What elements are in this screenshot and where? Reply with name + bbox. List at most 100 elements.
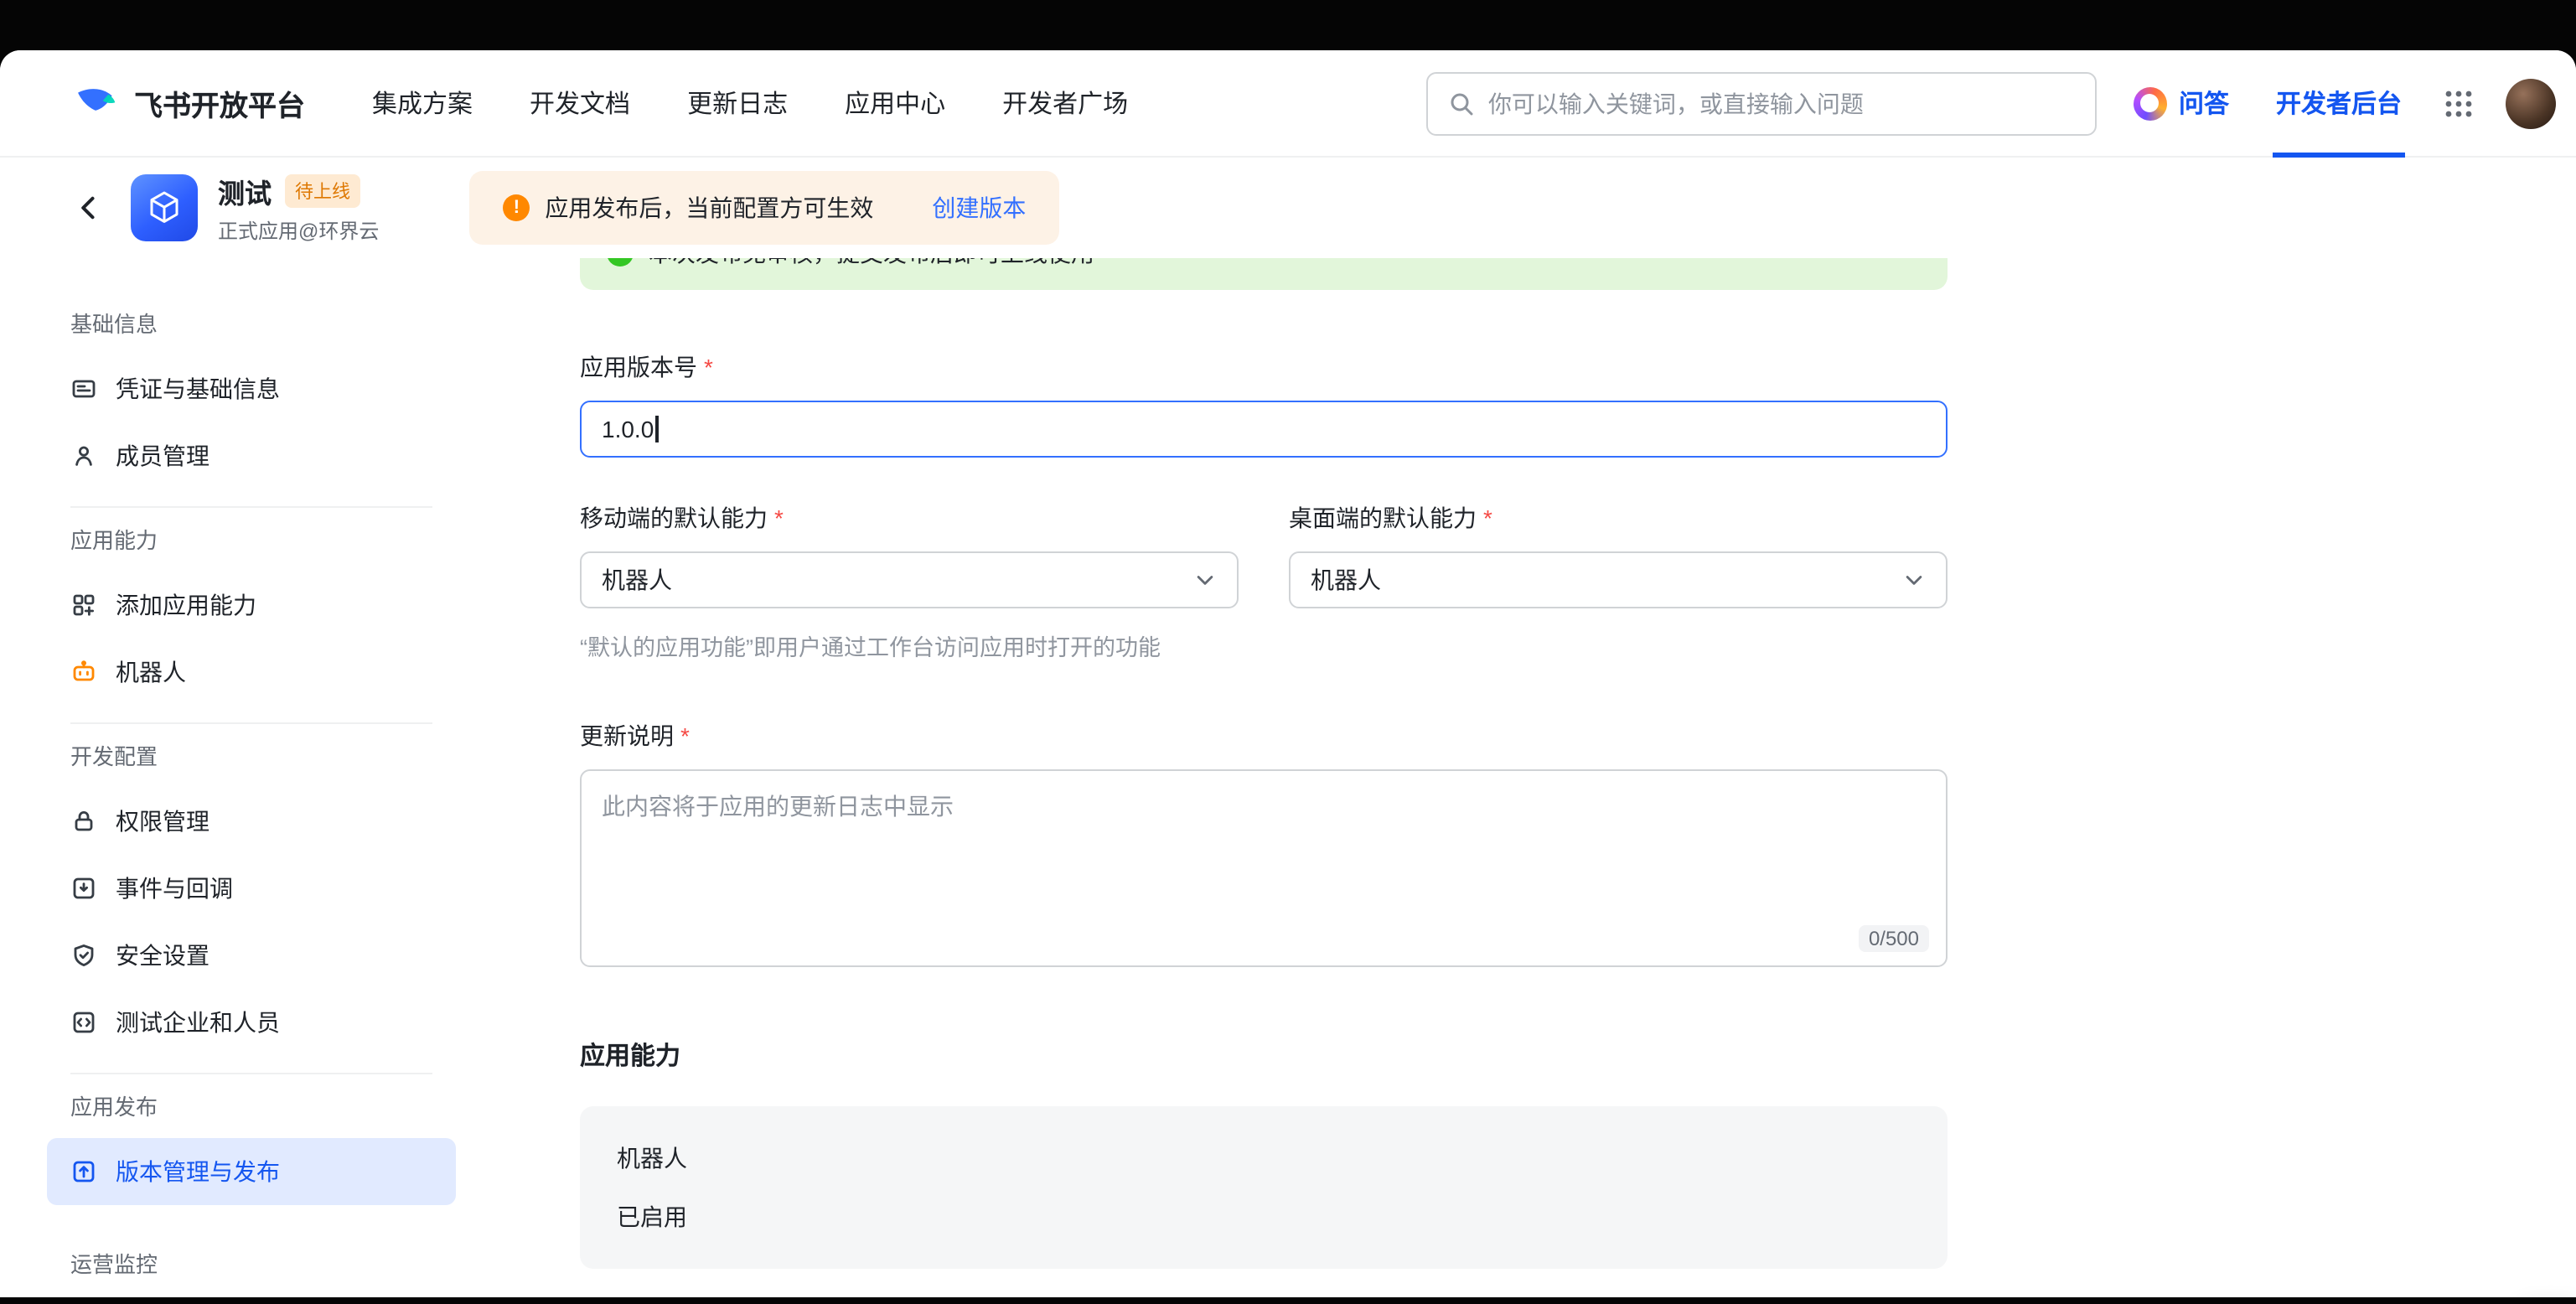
- capability-hint: “默认的应用功能”即用户通过工作台访问应用时打开的功能: [580, 629, 1948, 662]
- shield-check-icon: [70, 942, 97, 969]
- warning-icon: !: [503, 194, 530, 221]
- id-card-icon: [70, 375, 97, 402]
- sidebar-item-label: 凭证与基础信息: [116, 372, 280, 406]
- mobile-capability-select[interactable]: 机器人: [580, 551, 1239, 608]
- sidebar-item-events[interactable]: 事件与回调: [47, 855, 456, 922]
- search-box[interactable]: [1426, 71, 2097, 135]
- success-check-icon: ✓: [607, 258, 634, 266]
- sidebar-divider: [70, 1073, 432, 1074]
- required-mark: *: [680, 722, 690, 749]
- sidebar-section-dev-config: 开发配置: [70, 741, 456, 774]
- qa-link[interactable]: 问答: [2134, 85, 2229, 121]
- sidebar-item-test-org[interactable]: 测试企业和人员: [47, 989, 456, 1056]
- app-status-badge: 待上线: [285, 174, 360, 208]
- sidebar-item-label: 版本管理与发布: [116, 1155, 280, 1188]
- sidebar-item-members[interactable]: 成员管理: [47, 422, 456, 489]
- brand[interactable]: 飞书开放平台: [74, 76, 305, 130]
- success-banner-text: 本次发布免审核，提交发布后即可上线使用: [649, 258, 1094, 270]
- app-subtitle: 正式应用@环界云: [218, 216, 379, 245]
- sidebar-item-label: 添加应用能力: [116, 588, 256, 622]
- event-callback-icon: [70, 875, 97, 902]
- browser-window: 飞书开放平台 集成方案 开发文档 更新日志 应用中心 开发者广场 问答: [0, 50, 2576, 1297]
- sidebar-item-permissions[interactable]: 权限管理: [47, 788, 456, 855]
- sidebar-item-label: 权限管理: [116, 805, 209, 838]
- publish-up-arrow-icon: [70, 1158, 97, 1185]
- desktop-capability-label: 桌面端的默认能力*: [1289, 501, 1948, 535]
- sidebar-item-label: 机器人: [116, 655, 186, 689]
- feishu-logo-icon: [74, 76, 119, 130]
- capability-name: 机器人: [617, 1141, 1911, 1175]
- required-mark: *: [1483, 505, 1492, 531]
- nav-item-changelog[interactable]: 更新日志: [687, 85, 788, 121]
- sidebar-item-label: 事件与回调: [116, 872, 233, 905]
- search-input[interactable]: [1488, 90, 2075, 116]
- mobile-capability-field: 移动端的默认能力* 机器人: [580, 501, 1239, 608]
- sidebar-section-monitoring: 运营监控: [70, 1249, 456, 1282]
- back-button[interactable]: [67, 186, 111, 230]
- desktop-capability-field: 桌面端的默认能力* 机器人: [1289, 501, 1948, 608]
- robot-icon: [70, 659, 97, 686]
- required-mark: *: [704, 354, 713, 380]
- app-icon: [131, 174, 198, 241]
- main-content: ✓ 本次发布免审核，提交发布后即可上线使用 应用版本号* 1.0.0: [496, 258, 2576, 1297]
- sidebar-item-label: 安全设置: [116, 939, 209, 972]
- sidebar-item-bot[interactable]: 机器人: [47, 639, 456, 706]
- char-counter: 0/500: [1859, 925, 1929, 952]
- sidebar-item-add-capability[interactable]: 添加应用能力: [47, 572, 456, 639]
- developer-console-link[interactable]: 开发者后台: [2273, 50, 2405, 157]
- code-brackets-icon: [70, 1009, 97, 1036]
- sidebar-item-version-release[interactable]: 版本管理与发布: [47, 1138, 456, 1205]
- sidebar-divider: [70, 506, 432, 508]
- capability-section-title: 应用能力: [580, 1038, 1948, 1073]
- capability-panel: 机器人 已启用: [580, 1106, 1948, 1269]
- version-field: 应用版本号* 1.0.0: [580, 350, 1948, 458]
- select-value: 机器人: [602, 563, 672, 597]
- version-value: 1.0.0: [602, 416, 654, 442]
- chevron-down-icon: [1193, 568, 1217, 592]
- user-avatar[interactable]: [2506, 78, 2556, 128]
- sidebar-item-security[interactable]: 安全设置: [47, 922, 456, 989]
- app-header: 测试 待上线 正式应用@环界云 ! 应用发布后，当前配置方可生效 创建版本: [0, 158, 2576, 258]
- text-caret: [655, 416, 658, 442]
- update-notes-label: 更新说明*: [580, 719, 1948, 753]
- add-capability-icon: [70, 592, 97, 618]
- nav-item-docs[interactable]: 开发文档: [530, 85, 630, 121]
- mobile-capability-label: 移动端的默认能力*: [580, 501, 1239, 535]
- notice-text: 应用发布后，当前配置方可生效: [545, 191, 873, 225]
- app-meta: 测试 待上线 正式应用@环界云: [218, 171, 379, 245]
- brand-name: 飞书开放平台: [134, 82, 305, 124]
- sidebar-item-credentials[interactable]: 凭证与基础信息: [47, 355, 456, 422]
- desktop-capability-select[interactable]: 机器人: [1289, 551, 1948, 608]
- primary-nav: 集成方案 开发文档 更新日志 应用中心 开发者广场: [372, 85, 1128, 121]
- app-name: 测试: [218, 171, 272, 211]
- required-mark: *: [774, 505, 784, 531]
- top-navigation: 飞书开放平台 集成方案 开发文档 更新日志 应用中心 开发者广场 问答: [0, 50, 2576, 158]
- sidebar-item-label: 测试企业和人员: [116, 1006, 280, 1039]
- capability-status: 已启用: [617, 1200, 1911, 1234]
- search-icon: [1448, 90, 1475, 116]
- qa-label: 问答: [2179, 85, 2229, 121]
- member-icon: [70, 442, 97, 469]
- qa-icon: [2134, 86, 2167, 120]
- notice-banner: ! 应用发布后，当前配置方可生效 创建版本: [469, 171, 1059, 245]
- screen: 飞书开放平台 集成方案 开发文档 更新日志 应用中心 开发者广场 问答: [0, 0, 2576, 1304]
- sidebar-section-basic: 基础信息: [70, 308, 456, 342]
- nav-item-marketplace[interactable]: 开发者广场: [1002, 85, 1128, 121]
- sidebar: 基础信息 凭证与基础信息 成员管理: [0, 258, 496, 1297]
- nav-item-app-center[interactable]: 应用中心: [845, 85, 945, 121]
- update-notes-textarea[interactable]: [582, 771, 1946, 965]
- sidebar-section-release: 应用发布: [70, 1091, 456, 1125]
- nav-item-integration[interactable]: 集成方案: [372, 85, 473, 121]
- select-value: 机器人: [1311, 563, 1381, 597]
- update-notes-field: 更新说明* 0/500: [580, 719, 1948, 967]
- developer-console-label: 开发者后台: [2276, 85, 2402, 121]
- create-version-link[interactable]: 创建版本: [932, 191, 1026, 225]
- sidebar-section-capability: 应用能力: [70, 525, 456, 558]
- version-input[interactable]: 1.0.0: [580, 401, 1948, 458]
- lock-icon: [70, 808, 97, 835]
- version-label: 应用版本号*: [580, 350, 1948, 384]
- sidebar-item-label: 成员管理: [116, 439, 209, 473]
- success-banner: ✓ 本次发布免审核，提交发布后即可上线使用: [580, 258, 1948, 290]
- chevron-down-icon: [1902, 568, 1926, 592]
- apps-grid-icon[interactable]: [2442, 86, 2475, 120]
